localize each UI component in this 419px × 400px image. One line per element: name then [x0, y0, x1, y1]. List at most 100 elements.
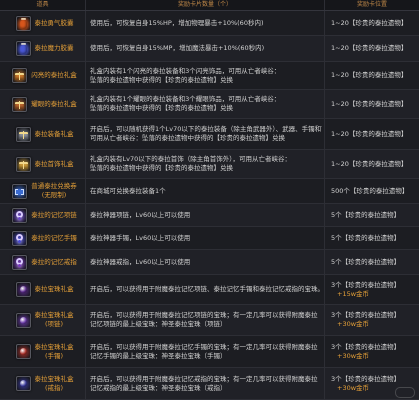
header-content: 奖励卡片数量（个）	[86, 0, 325, 10]
reward-cell: 1~20【珍贵的泰拉遗物】	[325, 119, 419, 149]
item-name-line: 泰拉魔力胶囊	[34, 44, 74, 52]
necklace-icon	[12, 207, 28, 223]
item-name: 泰拉宝珠礼盒 (项链)	[35, 311, 74, 329]
description-cell: 开启后，可以获得用于附魔泰拉记忆戒指的宝珠；有一定几率可以获得附魔泰拉 记忆戒指…	[86, 368, 325, 399]
description-line: 泰拉神器项链，Lv60以上可以使用	[90, 210, 191, 219]
description-line: 使用后，可恢复自身15%HP，增加物理暴击+10%(60秒内)	[90, 18, 264, 27]
item-name-subline: (手镯)	[44, 351, 64, 360]
reward-cell: 5个【珍贵的泰拉遗物】	[325, 204, 419, 226]
header-position: 奖励卡位置	[356, 1, 387, 8]
reward-cell: 3个【珍贵的泰拉遗物】 +30w金币	[325, 305, 419, 335]
reward-amount: 1~20【珍贵的泰拉遗物】	[331, 159, 408, 168]
description-line: 礼盒内装有1个闪亮的泰拉装备和3个闪亮饰品，可用从亡者峡谷：	[90, 66, 281, 75]
item-name-line: 泰拉宝珠礼盒	[34, 285, 74, 293]
reward-amount: 1~20【珍贵的泰拉遗物】	[331, 18, 408, 27]
reward-cell: 3个【珍贵的泰拉遗物】 +15w金币	[325, 275, 419, 304]
item-name: 泰拉的记忆戒指	[31, 258, 77, 267]
item-cell: 泰拉宝珠礼盒 (戒指)	[0, 368, 86, 399]
reward-amount: 5个【珍贵的泰拉遗物】	[331, 210, 401, 219]
reward-amount: 5个【珍贵的泰拉遗物】	[331, 257, 401, 266]
description-cell: 开启后，可以获得用于附魔泰拉记忆项链、泰拉记忆手镯和泰拉记忆戒指的宝珠。	[86, 275, 325, 304]
table-row: 泰拉装备礼盒 开启后，可以随机获得1个Lv70以下的泰拉装备（除主角武器外）、武…	[0, 119, 419, 150]
item-cell: 泰拉宝珠礼盒 (手镯)	[0, 336, 86, 367]
dazzling-gift-box-icon	[12, 96, 28, 112]
item-name-line: 泰拉宝珠礼盒	[34, 311, 74, 319]
table-row: 泰拉宝珠礼盒 (项链) 开启后，可以获得用于附魔泰拉记忆项链的宝珠；有一定几率可…	[0, 305, 419, 336]
equipment-box-icon	[15, 126, 31, 142]
item-name-subline: (戒指)	[44, 383, 64, 392]
reward-amount: 3个【珍贵的泰拉遗物】	[331, 342, 401, 351]
table-row: 泰拉勇气胶囊 使用后，可恢复自身15%HP，增加物理暴击+10%(60秒内) 1…	[0, 11, 419, 36]
reward-cell: 3个【珍贵的泰拉遗物】 +30w金币	[325, 336, 419, 367]
jewelry-box-icon	[15, 156, 31, 172]
item-cell: 泰拉宝珠礼盒	[0, 275, 86, 304]
item-name-line: 泰拉的记忆项链	[31, 210, 77, 219]
description-cell: 泰拉神器手镯，Lv60以上可以使用	[86, 227, 325, 249]
table-row: 泰拉宝珠礼盒 开启后，可以获得用于附魔泰拉记忆项链、泰拉记忆手镯和泰拉记忆戒指的…	[0, 275, 419, 305]
reward-cell: 500个【珍贵的泰拉遗物】	[325, 179, 419, 203]
item-cell: 泰拉的记忆项链	[0, 204, 86, 226]
description-cell: 开启后，可以获得用于附魔泰拉记忆项链的宝珠；有一定几率可以获得附魔泰拉 记忆项链…	[86, 305, 325, 335]
description-cell: 礼盒内装有1个耀眼的泰拉装备和3个耀眼饰品，可用从亡者峡谷： 坠落的泰拉遗物中获…	[86, 90, 325, 118]
item-cell: 泰拉勇气胶囊	[0, 11, 86, 35]
reward-cell: 1~20【珍贵的泰拉遗物】	[325, 11, 419, 35]
item-name-line: 泰拉勇气胶囊	[34, 18, 74, 27]
item-name: 耀眼的泰拉礼盒	[31, 100, 77, 109]
item-name: 泰拉勇气胶囊	[35, 19, 74, 28]
description-line: 记忆手镯的最上级宝珠：神圣泰拉宝珠（手镯）	[90, 351, 227, 360]
item-name-line: 泰拉的记忆手镯	[31, 233, 77, 242]
item-name-line: 泰拉首饰礼盒	[34, 159, 74, 168]
description-line: 坠落的泰拉遗物中获得的【珍贵的泰拉遗物】兑换	[90, 75, 233, 84]
item-name: 普通泰拉兑换券 (无限制)	[31, 182, 77, 200]
exchange-voucher-icon	[12, 183, 28, 199]
description-line: 泰拉神器戒指，Lv60以上可以使用	[90, 257, 191, 266]
table-row: 泰拉的记忆戒指 泰拉神器戒指，Lv60以上可以使用 5个【珍贵的泰拉遗物】	[0, 250, 419, 275]
description-line: 泰拉神器手镯，Lv60以上可以使用	[90, 233, 191, 242]
description-cell: 泰拉神器项链，Lv60以上可以使用	[86, 204, 325, 226]
table-row: 耀眼的泰拉礼盒 礼盒内装有1个耀眼的泰拉装备和3个耀眼饰品，可用从亡者峡谷： 坠…	[0, 90, 419, 119]
item-name: 泰拉宝珠礼盒	[35, 285, 74, 294]
reward-gold: +15w金币	[337, 289, 370, 298]
item-name: 泰拉的记忆项链	[31, 211, 77, 220]
reward-amount: 500个【珍贵的泰拉遗物】	[331, 186, 409, 195]
reward-amount: 3个【珍贵的泰拉遗物】	[331, 311, 401, 319]
table-row: 泰拉魔力胶囊 使用后，可恢复自身15%MP，增加魔法暴击+10%(60秒内) 1…	[0, 36, 419, 62]
reward-cell: 5个【珍贵的泰拉遗物】	[325, 227, 419, 249]
reward-amount: 1~20【珍贵的泰拉遗物】	[331, 99, 408, 108]
description-line: 礼盒内装有1个耀眼的泰拉装备和3个耀眼饰品，可用从亡者峡谷：	[90, 95, 281, 103]
bracelet-icon	[12, 230, 28, 246]
reward-cell: 1~20【珍贵的泰拉遗物】	[325, 90, 419, 118]
description-line: 记忆戒指的最上级宝珠：神圣泰拉宝珠（戒指）	[90, 383, 227, 392]
reward-cell: 1~20【珍贵的泰拉遗物】	[325, 62, 419, 89]
item-name-line: 泰拉宝珠礼盒	[34, 342, 74, 351]
reward-cell: 1~20【珍贵的泰拉遗物】	[325, 150, 419, 178]
shiny-gift-box-icon	[12, 68, 28, 83]
item-name-subline: (项链)	[44, 320, 64, 328]
description-line: 在商城可兑换泰拉装备1个	[90, 186, 166, 195]
item-cell: 泰拉宝珠礼盒 (项链)	[0, 305, 86, 335]
item-name-line: 耀眼的泰拉礼盒	[31, 99, 77, 108]
description-line: 坠落的泰拉遗物中获得的【珍贵的泰拉遗物】兑换	[90, 104, 233, 112]
reward-amount: 1~20【珍贵的泰拉遗物】	[331, 44, 408, 52]
description-cell: 使用后，可恢复自身15%HP，增加物理暴击+10%(60秒内)	[86, 11, 325, 35]
description-cell: 开启后，可以随机获得1个Lv70以下的泰拉装备（除主角武器外）、武器、手镯和首饰…	[86, 119, 325, 149]
table-row: 泰拉的记忆项链 泰拉神器项链，Lv60以上可以使用 5个【珍贵的泰拉遗物】	[0, 204, 419, 227]
description-line: 坠落的泰拉遗物中获得的【珍贵的泰拉遗物】兑换	[90, 164, 233, 172]
reward-gold: +30w金币	[337, 351, 370, 360]
item-cell: 普通泰拉兑换券 (无限制)	[0, 179, 86, 203]
ring-orb-box-icon	[15, 376, 31, 391]
item-name: 泰拉的记忆手镯	[31, 234, 77, 243]
reward-table: 道具 奖励卡片数量（个） 奖励卡位置 泰拉勇气胶囊 使用后，可恢复自身15%HP…	[0, 0, 419, 400]
description-line: 开启后，可以随机获得1个Lv70以下的泰拉装备（除主角武器外）、武器、手镯和首饰	[90, 125, 322, 133]
bracelet-orb-box-icon	[15, 344, 31, 359]
item-name: 泰拉首饰礼盒	[35, 160, 74, 169]
description-cell: 使用后，可恢复自身15%MP，增加魔法暴击+10%(60秒内)	[86, 36, 325, 61]
table-row: 闪亮的泰拉礼盒 礼盒内装有1个闪亮的泰拉装备和3个闪亮饰品，可用从亡者峡谷： 坠…	[0, 62, 419, 90]
item-cell: 泰拉首饰礼盒	[0, 150, 86, 178]
description-line: 开启后，可以获得用于附魔泰拉记忆项链、泰拉记忆手镯和泰拉记忆戒指的宝珠。	[90, 285, 322, 293]
item-cell: 泰拉的记忆手镯	[0, 227, 86, 249]
reward-amount: 3个【珍贵的泰拉遗物】	[331, 280, 401, 289]
description-line: 使用后，可恢复自身15%MP，增加魔法暴击+10%(60秒内)	[90, 44, 265, 52]
table-row: 泰拉的记忆手镯 泰拉神器手镯，Lv60以上可以使用 5个【珍贵的泰拉遗物】	[0, 227, 419, 250]
item-name: 闪亮的泰拉礼盒	[31, 71, 77, 80]
